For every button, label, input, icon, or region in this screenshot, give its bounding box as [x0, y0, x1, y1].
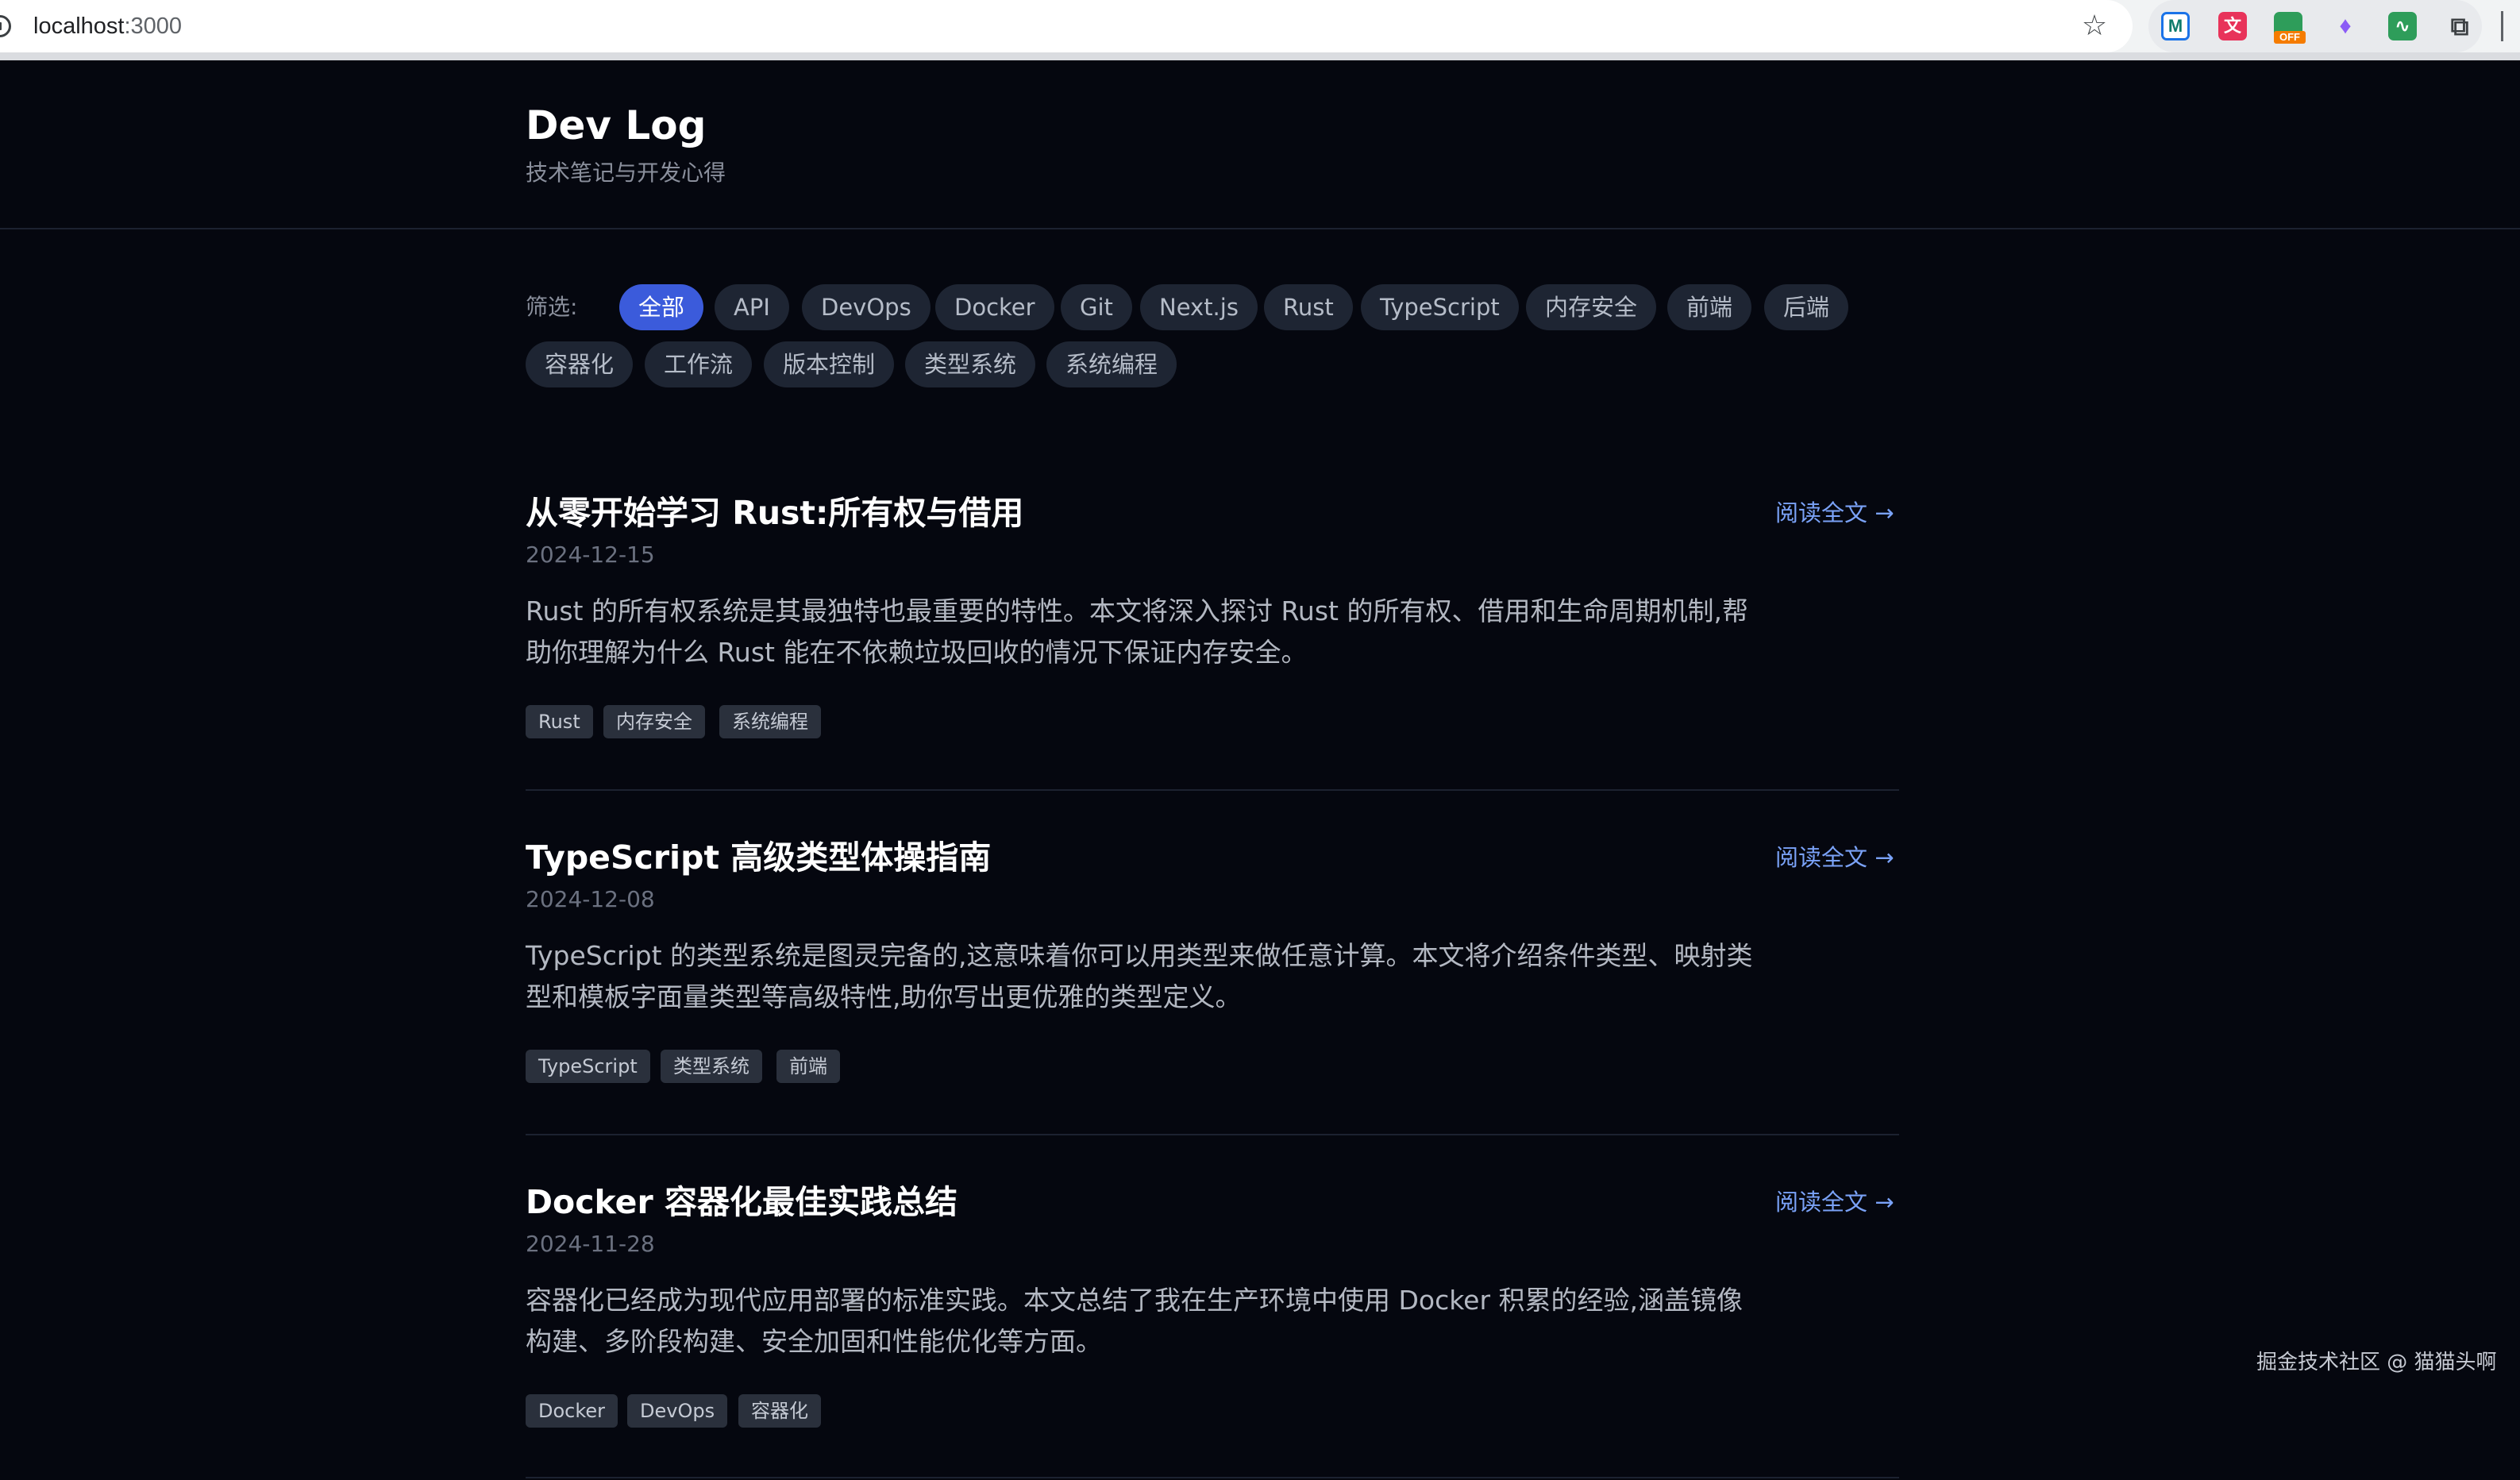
filter-chip-docker[interactable]: Docker [935, 284, 1054, 330]
post-tag[interactable]: 内存安全 [603, 705, 705, 738]
filter-chip-api[interactable]: API [715, 284, 789, 330]
post-divider [526, 789, 1899, 791]
site-subtitle: 技术笔记与开发心得 [526, 160, 726, 186]
filter-chip-systems-programming[interactable]: 系统编程 [1046, 341, 1177, 387]
post-tag[interactable]: 系统编程 [719, 705, 821, 738]
filter-chip-nextjs[interactable]: Next.js [1140, 284, 1258, 330]
filter-chip-git[interactable]: Git [1061, 284, 1132, 330]
post-title[interactable]: 从零开始学习 Rust:所有权与借用 [526, 491, 1023, 535]
filter-chip-version-control[interactable]: 版本控制 [764, 341, 895, 387]
post-title[interactable]: Docker 容器化最佳实践总结 [526, 1180, 958, 1224]
filter-chip-rust[interactable]: Rust [1264, 284, 1353, 330]
filter-label: 筛选: [526, 294, 578, 320]
post-tag[interactable]: 容器化 [738, 1394, 821, 1428]
post-date: 2024-12-15 [526, 542, 655, 568]
browser-toolbar: localhost:3000 ☆ M 文 OFF ♦ ∿ ⧉ [0, 0, 2520, 57]
post-date: 2024-12-08 [526, 886, 655, 912]
filter-chip-workflow[interactable]: 工作流 [645, 341, 753, 387]
url-host: localhost [33, 13, 125, 39]
pulse-extension-icon[interactable]: ∿ [2388, 12, 2417, 40]
post-title[interactable]: TypeScript 高级类型体操指南 [526, 835, 991, 880]
filter-chip-frontend[interactable]: 前端 [1667, 284, 1752, 330]
toolbar-divider [2501, 11, 2503, 41]
read-more-link[interactable]: 阅读全文 → [1775, 491, 1894, 535]
post-tag[interactable]: DevOps [627, 1394, 728, 1428]
translate-extension-icon[interactable]: 文 [2218, 12, 2247, 40]
filter-chip-type-system[interactable]: 类型系统 [905, 341, 1036, 387]
off-badge: OFF [2274, 31, 2306, 44]
post-divider [526, 1134, 1899, 1135]
url-port: :3000 [124, 13, 183, 39]
post-tag[interactable]: 类型系统 [661, 1050, 762, 1083]
post-tag[interactable]: 前端 [776, 1050, 840, 1083]
post-date: 2024-11-28 [526, 1231, 655, 1257]
filter-chip-typescript[interactable]: TypeScript [1361, 284, 1519, 330]
watermark-credit: 掘金技术社区 @ 猫猫头啊 [2256, 1351, 2497, 1374]
bookmark-star-icon[interactable]: ☆ [2079, 10, 2110, 42]
filter-chip-backend[interactable]: 后端 [1764, 284, 1849, 330]
toolbar-bottom-border [0, 52, 2520, 60]
address-bar[interactable]: localhost:3000 ☆ [0, 0, 2133, 52]
gem-extension-icon[interactable]: ♦ [2331, 12, 2360, 40]
off-extension-icon[interactable]: OFF [2274, 12, 2306, 44]
extensions-area [2148, 0, 2482, 52]
site-title[interactable]: Dev Log [526, 102, 706, 149]
site-info-icon[interactable] [0, 15, 11, 37]
post-tag[interactable]: Rust [526, 705, 593, 738]
m-extension-icon[interactable]: M [2161, 12, 2190, 40]
filter-chip-containerization[interactable]: 容器化 [526, 341, 634, 387]
puzzle-icon[interactable]: ⧉ [2445, 12, 2474, 40]
post-excerpt: Rust 的所有权系统是其最独特也最重要的特性。本文将深入探讨 Rust 的所有… [526, 595, 1748, 668]
post-excerpt: TypeScript 的类型系统是图灵完备的,这意味着你可以用类型来做任意计算。… [526, 940, 1753, 1012]
filter-chip-memory-safety[interactable]: 内存安全 [1526, 284, 1657, 330]
filter-chip-devops[interactable]: DevOps [802, 284, 931, 330]
page: Dev Log 技术笔记与开发心得 筛选: 全部 API DevOps Dock… [0, 60, 2520, 1480]
filter-chip-all[interactable]: 全部 [619, 284, 704, 330]
site-header: Dev Log 技术笔记与开发心得 [0, 60, 2520, 229]
read-more-link[interactable]: 阅读全文 → [1775, 835, 1894, 880]
post-tag[interactable]: TypeScript [526, 1050, 650, 1083]
read-more-link[interactable]: 阅读全文 → [1775, 1180, 1894, 1224]
post-excerpt: 容器化已经成为现代应用部署的标准实践。本文总结了我在生产环境中使用 Docker… [526, 1285, 1744, 1357]
post-divider [526, 1477, 1899, 1478]
url-text[interactable]: localhost:3000 [33, 11, 182, 41]
post-tag[interactable]: Docker [526, 1394, 618, 1428]
